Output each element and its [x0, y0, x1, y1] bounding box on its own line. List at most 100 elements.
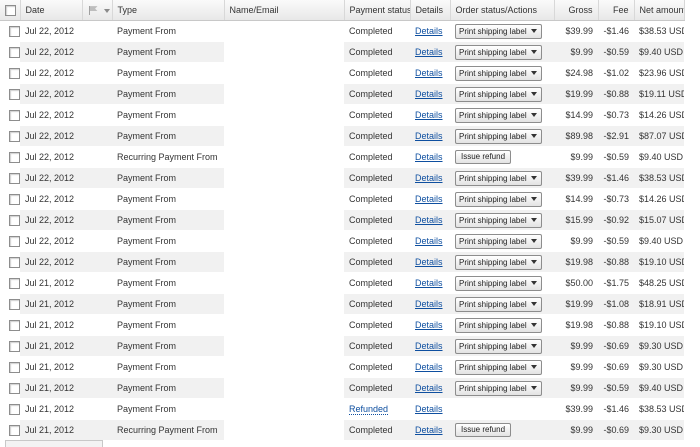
column-date[interactable]: Date [20, 0, 83, 21]
row-checkbox[interactable] [9, 256, 20, 268]
details-link[interactable]: Details [415, 257, 443, 267]
print-shipping-label-dropdown[interactable]: Print shipping label [455, 233, 542, 249]
details-cell[interactable]: Details [410, 83, 450, 105]
details-cell[interactable]: Details [410, 293, 450, 315]
details-cell[interactable]: Details [410, 272, 450, 294]
table-row[interactable]: Jul 22, 2012 Payment From Completed Details… [0, 41, 684, 63]
details-link[interactable]: Details [415, 341, 443, 351]
row-checkbox-cell[interactable] [0, 356, 20, 378]
details-link[interactable]: Details [415, 383, 443, 393]
details-link[interactable]: Details [415, 362, 443, 372]
details-cell[interactable]: Details [410, 146, 450, 168]
table-row[interactable]: Jul 22, 2012 Payment From Completed Details… [0, 125, 684, 147]
details-cell[interactable]: Details [410, 125, 450, 147]
print-shipping-label-dropdown[interactable]: Print shipping label [455, 275, 542, 291]
details-cell[interactable]: Details [410, 251, 450, 273]
row-checkbox[interactable] [9, 382, 20, 394]
row-checkbox[interactable] [9, 88, 20, 100]
row-checkbox-cell[interactable] [0, 272, 20, 294]
row-checkbox[interactable] [9, 277, 20, 289]
table-row[interactable]: Jul 21, 2012 Payment From Completed Details… [0, 293, 684, 315]
details-link[interactable]: Details [415, 404, 443, 414]
column-flag[interactable] [82, 0, 113, 21]
print-shipping-label-dropdown[interactable]: Print shipping label [455, 254, 542, 270]
row-checkbox[interactable] [9, 193, 20, 205]
details-link[interactable]: Details [415, 131, 443, 141]
payment-status-refunded-link[interactable]: Refunded [349, 404, 389, 415]
row-checkbox-cell[interactable] [0, 167, 20, 189]
row-checkbox[interactable] [9, 424, 20, 436]
details-link[interactable]: Details [415, 152, 443, 162]
details-cell[interactable]: Details [410, 167, 450, 189]
details-cell[interactable]: Details [410, 335, 450, 357]
payment-status-cell[interactable]: Refunded [344, 398, 410, 420]
table-row[interactable]: Jul 22, 2012 Payment From Completed Details… [0, 20, 684, 42]
details-link[interactable]: Details [415, 89, 443, 99]
table-row[interactable]: Jul 22, 2012 Payment From Completed Details… [0, 251, 684, 273]
row-checkbox-cell[interactable] [0, 293, 20, 315]
column-gross[interactable]: Gross [554, 0, 599, 21]
row-checkbox[interactable] [9, 25, 20, 37]
row-checkbox[interactable] [9, 361, 20, 373]
print-shipping-label-dropdown[interactable]: Print shipping label [455, 212, 542, 228]
details-link[interactable]: Details [415, 47, 443, 57]
row-checkbox[interactable] [9, 403, 20, 415]
row-checkbox-cell[interactable] [0, 251, 20, 273]
row-checkbox-cell[interactable] [0, 83, 20, 105]
print-shipping-label-dropdown[interactable]: Print shipping label [455, 317, 542, 333]
details-link[interactable]: Details [415, 278, 443, 288]
details-link[interactable]: Details [415, 68, 443, 78]
issue-refund-button[interactable]: Issue refund [455, 423, 512, 437]
details-cell[interactable]: Details [410, 20, 450, 42]
row-checkbox-cell[interactable] [0, 314, 20, 336]
column-net-amount[interactable]: Net amount [634, 0, 685, 21]
row-checkbox-cell[interactable] [0, 104, 20, 126]
table-row[interactable]: Jul 22, 2012 Payment From Completed Details… [0, 104, 684, 126]
row-checkbox[interactable] [9, 109, 20, 121]
row-checkbox-cell[interactable] [0, 125, 20, 147]
print-shipping-label-dropdown[interactable]: Print shipping label [455, 23, 542, 39]
select-all-header[interactable] [0, 0, 21, 21]
details-cell[interactable]: Details [410, 314, 450, 336]
details-link[interactable]: Details [415, 425, 443, 435]
print-shipping-label-dropdown[interactable]: Print shipping label [455, 170, 542, 186]
details-cell[interactable]: Details [410, 419, 450, 441]
column-payment-status[interactable]: Payment status [344, 0, 411, 21]
row-checkbox[interactable] [9, 214, 20, 226]
table-row[interactable]: Jul 22, 2012 Payment From Completed Details… [0, 188, 684, 210]
select-all-checkbox[interactable] [5, 4, 16, 16]
table-row[interactable]: Jul 22, 2012 Recurring Payment From Comple… [0, 146, 684, 168]
details-cell[interactable]: Details [410, 62, 450, 84]
table-row[interactable]: Jul 21, 2012 Payment From Completed Details… [0, 377, 684, 399]
column-name-email[interactable]: Name/Email [224, 0, 345, 21]
column-fee[interactable]: Fee [598, 0, 635, 21]
table-row[interactable]: Jul 21, 2012 Payment From Refunded Details $… [0, 398, 684, 420]
row-checkbox-cell[interactable] [0, 188, 20, 210]
print-shipping-label-dropdown[interactable]: Print shipping label [455, 107, 542, 123]
details-cell[interactable]: Details [410, 188, 450, 210]
print-shipping-label-dropdown[interactable]: Print shipping label [455, 191, 542, 207]
row-checkbox-cell[interactable] [0, 398, 20, 420]
row-checkbox-cell[interactable] [0, 62, 20, 84]
row-checkbox[interactable] [9, 172, 20, 184]
details-cell[interactable]: Details [410, 209, 450, 231]
print-shipping-label-dropdown[interactable]: Print shipping label [455, 128, 542, 144]
details-link[interactable]: Details [415, 194, 443, 204]
row-checkbox-cell[interactable] [0, 209, 20, 231]
row-checkbox-cell[interactable] [0, 41, 20, 63]
details-link[interactable]: Details [415, 236, 443, 246]
details-cell[interactable]: Details [410, 104, 450, 126]
row-checkbox[interactable] [9, 340, 20, 352]
details-cell[interactable]: Details [410, 398, 450, 420]
row-checkbox[interactable] [9, 319, 20, 331]
chevron-down-icon[interactable] [103, 8, 110, 13]
details-link[interactable]: Details [415, 110, 443, 120]
table-row[interactable]: Jul 22, 2012 Payment From Completed Details… [0, 62, 684, 84]
print-shipping-label-dropdown[interactable]: Print shipping label [455, 44, 542, 60]
row-checkbox[interactable] [9, 67, 20, 79]
row-checkbox[interactable] [9, 235, 20, 247]
row-checkbox-cell[interactable] [0, 20, 20, 42]
table-row[interactable]: Jul 21, 2012 Payment From Completed Details… [0, 335, 684, 357]
column-type[interactable]: Type [112, 0, 225, 21]
table-row[interactable]: Jul 21, 2012 Payment From Completed Details… [0, 356, 684, 378]
